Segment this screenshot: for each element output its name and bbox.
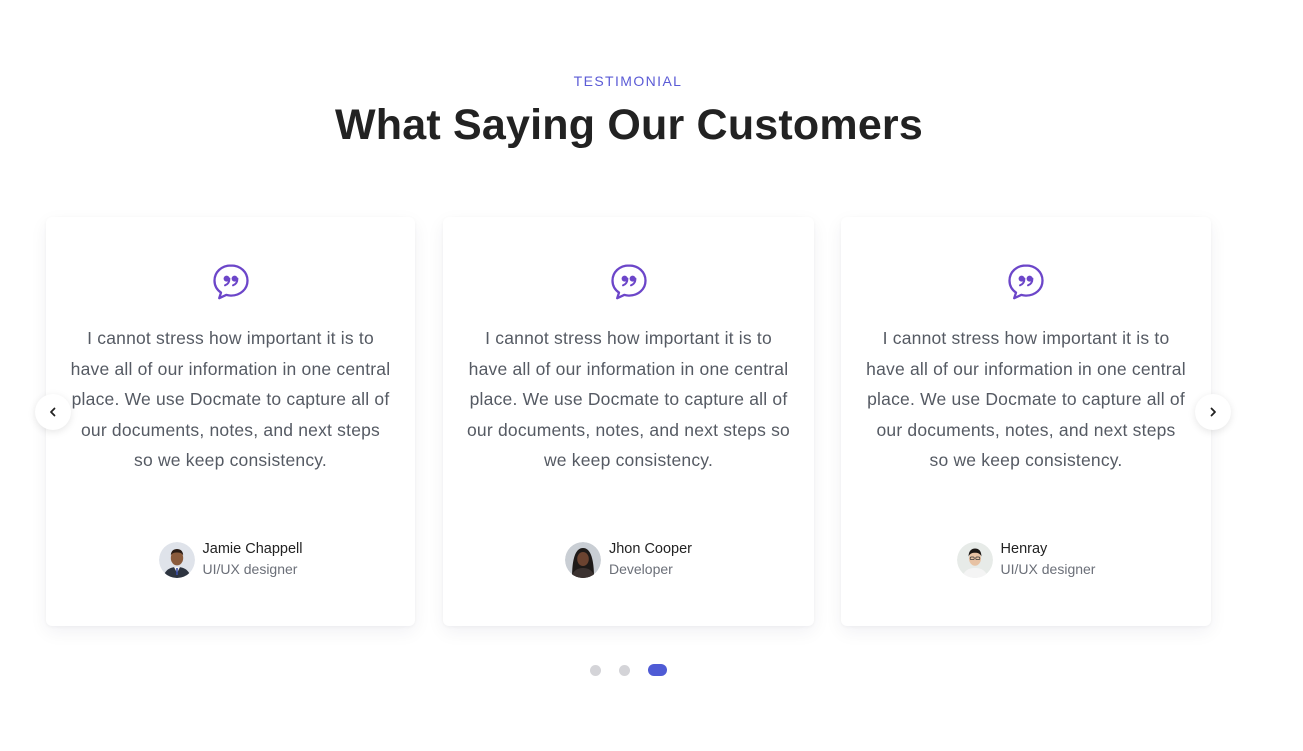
quote-icon [610, 264, 647, 300]
testimonial-quote: I cannot stress how important it is to h… [467, 328, 790, 471]
carousel-dot-1[interactable] [590, 664, 601, 676]
author-name: Henray [1000, 541, 1048, 557]
carousel-pagination [590, 664, 667, 676]
testimonial-card: I cannot stress how important it is to h… [443, 217, 814, 626]
author-role: UI/UX designer [1000, 561, 1096, 577]
author-role: UI/UX designer [202, 561, 298, 577]
section-heading: What Saying Our Customers [335, 101, 923, 149]
author-meta: Jhon Cooper Developer [609, 540, 692, 579]
author-meta: Jamie Chappell UI/UX designer [203, 540, 303, 579]
author-name: Jhon Cooper [608, 541, 693, 557]
author-role: Developer [608, 561, 673, 577]
quote-icon [1008, 264, 1044, 300]
testimonial-section: TESTIMONIAL What Saying Our Customers I … [0, 0, 1303, 751]
carousel-prev-button[interactable] [35, 394, 71, 430]
testimonial-quote: I cannot stress how important it is to h… [70, 328, 391, 471]
chevron-right-icon [1210, 407, 1216, 417]
avatar [564, 541, 601, 578]
testimonial-carousel-track: I cannot stress how important it is to h… [46, 217, 1212, 627]
chevron-left-icon [50, 407, 56, 417]
author-meta: Henray UI/UX designer [1001, 540, 1096, 579]
quote-icon [212, 264, 249, 300]
avatar [956, 541, 993, 578]
testimonial-card: I cannot stress how important it is to h… [46, 217, 415, 626]
testimonial-author: Jhon Cooper Developer [443, 540, 814, 579]
avatar [158, 541, 195, 578]
testimonial-card: I cannot stress how important it is to h… [841, 217, 1211, 626]
testimonial-quote: I cannot stress how important it is to h… [866, 328, 1186, 471]
carousel-next-button[interactable] [1195, 394, 1231, 430]
testimonial-author: Jamie Chappell UI/UX designer [46, 540, 415, 579]
carousel-dot-2[interactable] [619, 664, 630, 676]
carousel-dot-3-active[interactable] [648, 664, 667, 676]
author-name: Jamie Chappell [202, 541, 303, 557]
section-eyebrow: TESTIMONIAL [573, 73, 683, 89]
testimonial-author: Henray UI/UX designer [841, 540, 1211, 579]
